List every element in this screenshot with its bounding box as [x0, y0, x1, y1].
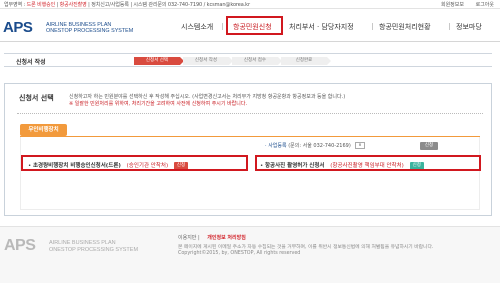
- nav-highlight-box: [226, 16, 283, 35]
- section-warning: ※ 일괄한 민원처리를 위하여, 처리기간을 고려하여 사전에 신청하여 주시기…: [69, 101, 248, 107]
- nav-item-department[interactable]: 처리부서 · 담당자지정: [289, 22, 354, 32]
- member-info-link[interactable]: 회원정보보: [441, 2, 464, 8]
- nav-divider: [222, 23, 223, 30]
- registration-label: · 사업등록: [265, 143, 287, 149]
- business-registration: · 사업등록 (문의: 서울 032-740-2169) ∨: [265, 142, 365, 149]
- top-utility-bar: 업무영역 : 드론 비행승인 | 항공사진촬영 | 정치신고/사업등록 | 시스…: [0, 0, 500, 9]
- notice-link-drone[interactable]: 드론 비행승인: [27, 2, 56, 8]
- notice-link-photo[interactable]: 항공사진촬영: [60, 2, 87, 8]
- step-write: 신청서 작성: [183, 57, 233, 65]
- notice-rest: 정치신고/사업등록 | 시스템 관리문의 032-740-7190 / kcsm…: [91, 2, 250, 8]
- step-complete: 신청완료: [281, 57, 331, 65]
- logo-line2: ONESTOP PROCESSING SYSTEM: [46, 28, 134, 34]
- application-panel: 신청서 선택 신청하고자 하는 민원분야를 선택하신 후 작성해 주십시오. (…: [4, 83, 492, 216]
- photo-highlight-box: [255, 155, 481, 171]
- section-description: 신청하고자 하는 민원분야를 선택하신 후 작성해 주십시오. (사업변경신고서…: [69, 94, 346, 100]
- footer-copyright: Copyright©2015, by, ONESTOP, All rights …: [178, 251, 301, 256]
- registration-apply-button[interactable]: 신청: [420, 142, 438, 150]
- divider: [17, 113, 483, 114]
- footer-logo-mark: APS: [4, 237, 36, 254]
- footer-links: 이용지만 | 개인정보 처리방침: [178, 235, 246, 241]
- notice-prefix: 업무영역: [4, 2, 23, 8]
- nav-item-info[interactable]: 정보마당: [456, 22, 482, 32]
- category-tab-drone[interactable]: 무인비행장치: [20, 124, 67, 136]
- logo-text: AIRLINE BUSINESS PLAN ONESTOP PROCESSING…: [46, 22, 133, 34]
- footer-terms-link[interactable]: 이용지만: [178, 235, 196, 241]
- nav-item-status[interactable]: 항공민원처리현황: [379, 22, 431, 32]
- logo-mark: APS: [3, 19, 33, 36]
- footer-logo-text: AIRLINE BUSINESS PLAN ONESTOP PROCESSING…: [49, 240, 138, 253]
- registration-select[interactable]: ∨: [355, 142, 365, 149]
- category-box: [20, 136, 480, 210]
- footer-privacy-link[interactable]: 개인정보 처리방침: [207, 235, 246, 241]
- category-underline: [20, 136, 480, 137]
- page-title: 신청서 작성: [16, 59, 46, 66]
- registration-contact: (문의: 서울 032-740-2169): [288, 143, 351, 149]
- nav-divider: [372, 23, 373, 30]
- logout-link[interactable]: 로그아웃: [476, 2, 494, 8]
- footer-notice: 본 페이지에 게시된 이메일 주소가 자동 수집되는 것을 거부하며, 이를 위…: [178, 245, 434, 250]
- step-submit: 신청서 접수: [232, 57, 282, 65]
- nav-item-system-intro[interactable]: 시스템소개: [181, 22, 213, 32]
- footer-logo-line2: ONESTOP PROCESSING SYSTEM: [49, 246, 139, 253]
- site-footer: APS AIRLINE BUSINESS PLAN ONESTOP PROCES…: [0, 226, 500, 283]
- user-links: 회원정보보 로그아웃: [431, 1, 494, 8]
- drone-highlight-box: [21, 155, 248, 171]
- service-notice: 업무영역 : 드론 비행승인 | 항공사진촬영 | 정치신고/사업등록 | 시스…: [4, 2, 250, 8]
- step-select: 신청서 선택: [134, 57, 184, 65]
- section-title: 신청서 선택: [19, 94, 54, 102]
- nav-divider: [449, 23, 450, 30]
